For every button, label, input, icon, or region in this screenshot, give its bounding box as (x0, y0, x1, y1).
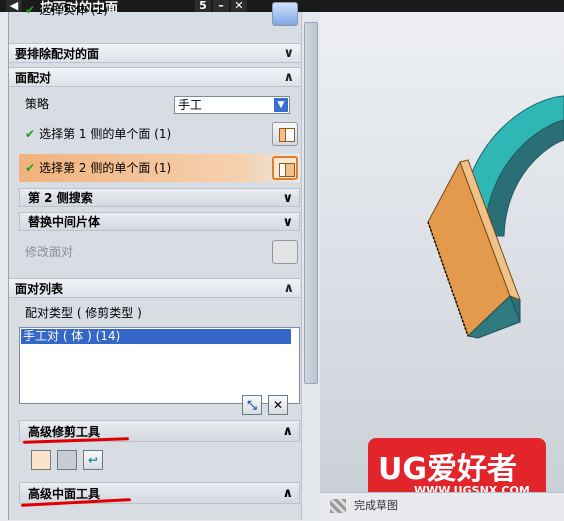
scrollbar-thumb[interactable] (304, 22, 318, 384)
check-icon: ✔ (25, 127, 36, 141)
select-body-row[interactable]: ✔ 选择实体 (1) (19, 2, 300, 28)
status-bar: 完成草图 (320, 492, 564, 521)
chevron-up-icon: ∧ (282, 424, 293, 439)
chevron-down-icon: ∨ (282, 215, 293, 230)
strategy-label: 策略 (25, 97, 50, 111)
trim-tool-2-icon[interactable] (57, 450, 77, 470)
section-face-pair-list-label: 面对列表 (15, 282, 64, 296)
pair-type-label: 配对类型 ( 修剪类型 ) (25, 306, 142, 320)
side1-row[interactable]: ✔ 选择第 1 侧的单个面 (1) (19, 120, 300, 148)
section-exclude-faces-label: 要排除配对的面 (15, 47, 100, 61)
section-side2-search[interactable]: 第 2 侧搜索 ∨ (19, 188, 300, 207)
dialog-scrollbar[interactable] (301, 12, 319, 520)
section-replace-sheet[interactable]: 替换中间片体 ∨ (19, 212, 300, 231)
section-adv-midsurface-tools[interactable]: 高级中面工具 ∧ (19, 482, 300, 504)
section-adv-midsurface-tools-label: 高级中面工具 (28, 487, 101, 501)
watermark-title: UG爱好者 (378, 452, 517, 487)
strategy-value: 手工 (178, 98, 203, 112)
list-item[interactable]: 手工对 ( 体 ) (14) (21, 329, 291, 344)
modify-pair-label: 修改面对 (25, 245, 74, 259)
chevron-up-icon: ∧ (283, 70, 294, 85)
section-adv-trim-tools-label: 高级修剪工具 (28, 425, 101, 439)
chevron-up-icon: ∧ (283, 281, 294, 296)
body-select-icon[interactable] (272, 2, 298, 26)
swap-icon[interactable]: ⤡ (242, 395, 262, 415)
side2-row[interactable]: ✔ 选择第 2 侧的单个面 (1) (19, 154, 300, 182)
chevron-down-icon: ∨ (282, 191, 293, 206)
pair-type-row: 配对类型 ( 修剪类型 ) (19, 302, 300, 324)
midsurface-dialog: ✔ 选择实体 (1) 要排除配对的面 ∨ 面配对 ∧ 策略 手工 ▼ ✔ 选择第 1 侧… (8, 2, 302, 520)
face-select-icon[interactable] (272, 122, 298, 146)
trim-tool-1-icon[interactable] (31, 450, 51, 470)
face-select-icon[interactable] (272, 156, 298, 180)
select-body-label: 选择实体 (1) (39, 3, 108, 17)
section-side2-search-label: 第 2 侧搜索 (28, 191, 93, 205)
section-exclude-faces[interactable]: 要排除配对的面 ∨ (9, 43, 300, 63)
modify-pair-icon (272, 240, 298, 264)
status-text: 完成草图 (354, 499, 398, 512)
side1-label: 选择第 1 侧的单个面 (1) (39, 127, 172, 141)
modify-pair-row: 修改面对 (19, 238, 300, 266)
checker-icon (330, 499, 346, 513)
check-icon: ✔ (25, 161, 36, 175)
chevron-up-icon: ∧ (282, 486, 293, 501)
chevron-down-icon: ∨ (283, 46, 294, 61)
section-replace-sheet-label: 替换中间片体 (28, 215, 101, 229)
section-face-pair-list[interactable]: 面对列表 ∧ (9, 278, 300, 298)
pair-listbox[interactable]: 手工对 ( 体 ) (14) (19, 327, 300, 404)
graphics-viewport[interactable]: UG爱好者 WWW.UGSNX.COM 完成草图 (320, 0, 564, 521)
section-face-pair-label: 面配对 (15, 71, 52, 85)
side2-label: 选择第 2 侧的单个面 (1) (39, 161, 172, 175)
check-icon: ✔ (25, 3, 36, 17)
dropdown-arrow-icon: ▼ (274, 98, 288, 112)
trim-tool-3-icon[interactable]: ↩ (83, 450, 103, 470)
strategy-dropdown[interactable]: 手工 ▼ (174, 96, 290, 114)
delete-icon[interactable]: ✕ (268, 395, 288, 415)
section-face-pair[interactable]: 面配对 ∧ (9, 67, 300, 87)
